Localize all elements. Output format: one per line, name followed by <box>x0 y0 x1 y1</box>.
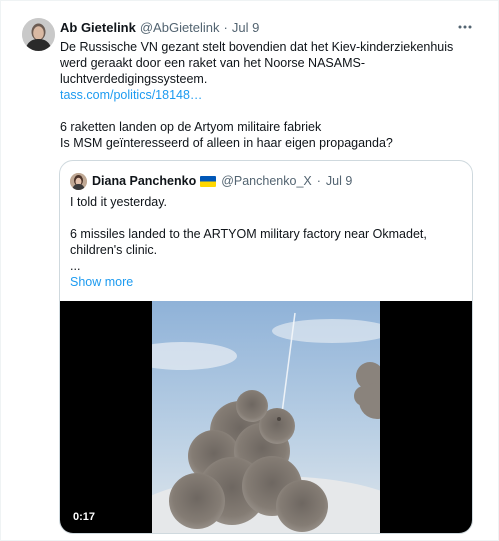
quoted-text-line: I told it yesterday. <box>70 195 168 209</box>
quoted-author-name[interactable]: Diana Panchenko <box>92 174 196 188</box>
author-name[interactable]: Ab Gietelink <box>60 20 136 35</box>
show-more-link[interactable]: Show more <box>70 274 460 290</box>
tweet-header: Ab Gietelink @AbGietelink · Jul 9 <box>60 17 458 37</box>
video-player[interactable]: 0:17 <box>60 301 472 533</box>
quoted-author-handle[interactable]: @Panchenko_X <box>221 174 312 188</box>
quoted-text-line: children's clinic. <box>70 243 158 257</box>
quoted-author-avatar[interactable] <box>70 172 87 190</box>
tweet-text-line: De Russische VN gezant stelt bovendien d… <box>60 40 454 54</box>
tweet-time[interactable]: Jul 9 <box>232 20 259 35</box>
tweet-text: De Russische VN gezant stelt bovendien d… <box>60 39 470 151</box>
quoted-tweet-header: Diana Panchenko @Panchenko_X · Jul 9 <box>70 172 352 190</box>
quoted-tweet-time[interactable]: Jul 9 <box>326 174 352 188</box>
tweet-text-line: luchtverdedigingssysteem. <box>60 72 208 86</box>
video-duration-badge: 0:17 <box>68 509 101 526</box>
video-frame <box>152 301 380 533</box>
quoted-text-line: 6 missiles landed to the ARTYOM military… <box>70 227 427 241</box>
quoted-tweet[interactable]: Diana Panchenko @Panchenko_X · Jul 9 I t… <box>59 160 473 534</box>
quoted-text-ellipsis: ... <box>70 259 81 273</box>
quoted-tweet-text: I told it yesterday. 6 missiles landed t… <box>70 194 460 290</box>
more-horizontal-icon[interactable] <box>456 18 474 36</box>
tweet-text-line: werd geraakt door een raket van het Noor… <box>60 56 366 70</box>
separator-dot: · <box>316 174 321 188</box>
tweet-text-line: Is MSM geïnteresseerd of alleen in haar … <box>60 136 393 150</box>
author-avatar[interactable] <box>22 18 55 51</box>
author-handle[interactable]: @AbGietelink <box>140 20 220 35</box>
tweet-link[interactable]: tass.com/politics/18148… <box>60 87 470 103</box>
tweet-card[interactable]: Ab Gietelink @AbGietelink · Jul 9 De Rus… <box>0 0 499 541</box>
ukraine-flag-icon <box>200 175 217 187</box>
separator-dot: · <box>223 19 228 35</box>
tweet-text-line: 6 raketten landen op de Artyom militaire… <box>60 120 322 134</box>
